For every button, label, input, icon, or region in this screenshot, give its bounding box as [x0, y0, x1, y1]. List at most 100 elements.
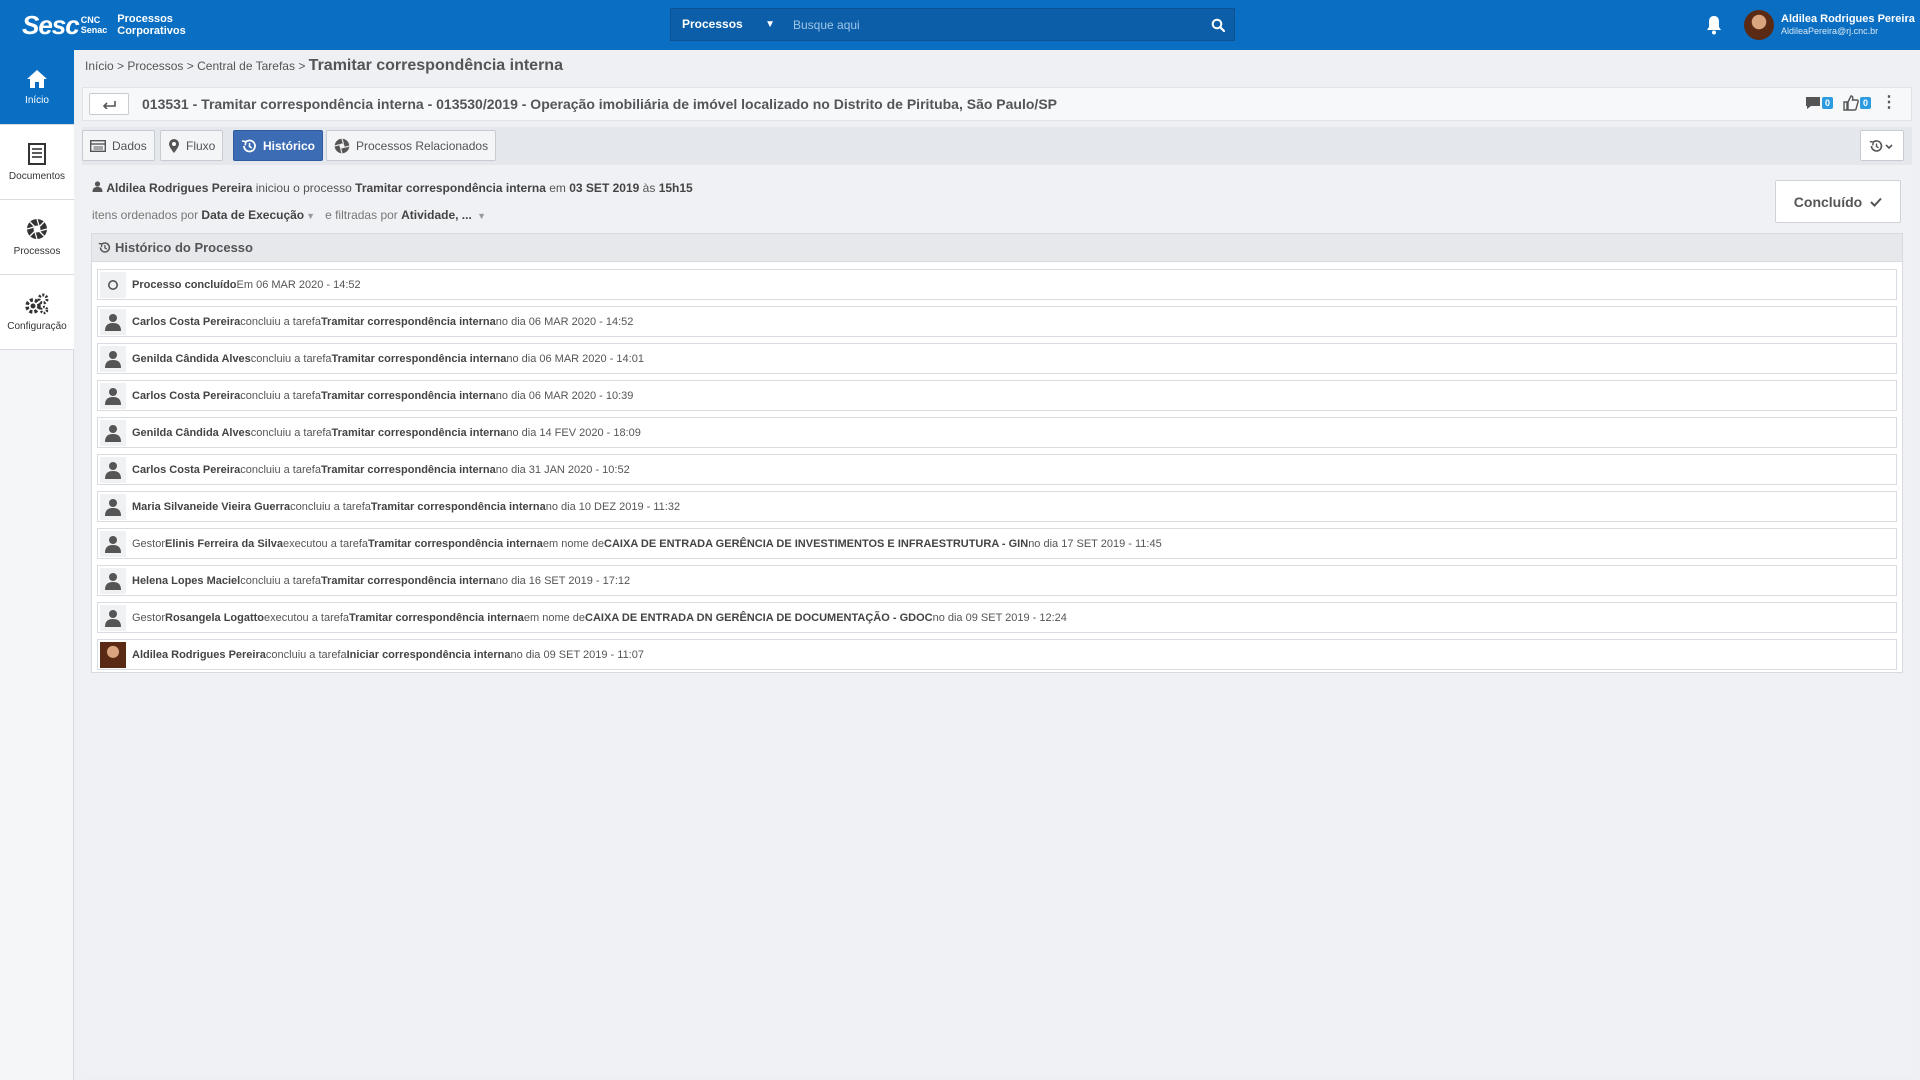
row-detail: no dia 06 MAR 2020 - 10:39: [495, 389, 634, 402]
sidebar-item-configuracao[interactable]: Configuração: [0, 275, 74, 350]
search-button[interactable]: [1202, 9, 1234, 40]
user-avatar[interactable]: [1744, 10, 1774, 40]
row-detail: no dia 09 SET 2019 - 11:07: [510, 648, 644, 661]
tab-dados[interactable]: Dados: [82, 130, 155, 161]
map-pin-icon: [169, 138, 179, 153]
sidebar-item-documentos[interactable]: Documentos: [0, 125, 74, 200]
search-scope-select[interactable]: Processos ▼: [671, 9, 785, 40]
app-name-line1: Processos: [117, 13, 173, 25]
status-concluido-button[interactable]: Concluído: [1775, 180, 1901, 223]
row-task: Tramitar correspondência interna: [320, 389, 496, 402]
tab-historico[interactable]: Histórico: [233, 130, 324, 161]
aperture-icon: [334, 138, 350, 153]
breadcrumb-separator: >: [117, 59, 125, 73]
row-action: Em 06 MAR 2020 - 14:52: [236, 278, 361, 291]
row-detail: no dia 16 SET 2019 - 17:12: [495, 574, 631, 587]
history-list: Processo concluído Em 06 MAR 2020 - 14:5…: [97, 269, 1897, 676]
row-date: no dia 17 SET 2019 - 11:45: [1028, 537, 1162, 550]
row-actor: Aldilea Rodrigues Pereira: [132, 648, 266, 661]
user-email: AldileaPereira@rj.cnc.br: [1781, 26, 1879, 36]
row-action: executou a tarefa: [264, 611, 350, 624]
history-row: Gestor Rosangela Logatto executou a tare…: [97, 602, 1897, 633]
gears-icon: [25, 293, 49, 314]
more-options-icon[interactable]: ⋮: [1881, 95, 1897, 111]
user-silhouette-icon: [105, 609, 121, 627]
starter-name: Aldilea Rodrigues Pereira: [106, 181, 253, 195]
search-icon: [1211, 18, 1225, 32]
user-photo: [100, 641, 126, 668]
row-date: no dia 09 SET 2019 - 12:24: [932, 611, 1067, 624]
row-task: Tramitar correspondência interna: [320, 574, 496, 587]
user-silhouette-icon: [105, 535, 121, 553]
user-name[interactable]: Aldilea Rodrigues Pereira: [1781, 13, 1915, 25]
row-action: concluiu a tarefa: [240, 315, 321, 328]
sidebar-item-label: Configuração: [7, 320, 67, 332]
breadcrumb-link-inicio[interactable]: Início: [85, 59, 114, 73]
row-detail: em nome de: [542, 537, 605, 550]
thumbs-up-icon: [1843, 95, 1859, 111]
user-silhouette-icon: [105, 424, 121, 442]
row-task: Tramitar correspondência interna: [368, 537, 543, 550]
history-icon: [241, 139, 256, 152]
caret-down-icon[interactable]: ▼: [306, 211, 315, 221]
on-text: em: [549, 181, 566, 195]
row-actor: Genilda Cândida Alves: [132, 352, 251, 365]
breadcrumb-link-central[interactable]: Central de Tarefas: [197, 59, 295, 73]
user-icon: [92, 181, 103, 192]
user-silhouette-icon: [105, 461, 121, 479]
sort-field-select[interactable]: Data de Execução: [201, 208, 304, 222]
bell-icon[interactable]: [1704, 14, 1724, 36]
page-title: Tramitar correspondência interna: [308, 57, 563, 74]
tab-processos-relacionados[interactable]: Processos Relacionados: [326, 130, 497, 161]
logo-senac-text: Senac: [80, 25, 108, 35]
row-task: Tramitar correspondência interna: [370, 500, 546, 513]
user-avatar-icon: [100, 567, 126, 594]
likes-counter[interactable]: 0: [1843, 95, 1871, 111]
sesc-senac-logo[interactable]: Sesc CNC Senac Processos Corporativos: [22, 10, 186, 40]
user-avatar-icon: [100, 382, 126, 409]
history-view-toggle[interactable]: [1860, 130, 1904, 161]
user-avatar-icon: [100, 419, 126, 446]
comment-icon: [1805, 97, 1820, 109]
row-action: concluiu a tarefa: [240, 574, 321, 587]
history-dropdown-icon: [1869, 139, 1893, 152]
row-task: Tramitar correspondência interna: [349, 611, 524, 624]
breadcrumb-link-processos[interactable]: Processos: [127, 59, 183, 73]
tab-label: Histórico: [263, 138, 316, 153]
row-task: Tramitar correspondência interna: [320, 315, 496, 328]
sorted-label: itens ordenados por: [92, 208, 199, 222]
history-row: Carlos Costa Pereira concluiu a tarefa T…: [97, 454, 1897, 485]
user-silhouette-icon: [105, 387, 121, 405]
row-detail: no dia 14 FEV 2020 - 18:09: [506, 426, 641, 439]
row-actor: Elinis Ferreira da Silva: [165, 537, 284, 550]
tab-fluxo[interactable]: Fluxo: [160, 130, 224, 161]
filter-field-select[interactable]: Atividade, ...: [401, 208, 472, 222]
search-input[interactable]: [785, 9, 1203, 40]
start-time: 15h15: [658, 181, 693, 195]
row-task: Tramitar correspondência interna: [331, 352, 507, 365]
back-button[interactable]: [89, 93, 129, 115]
row-actor: Carlos Costa Pereira: [132, 463, 241, 476]
sidebar-item-inicio[interactable]: Início: [0, 50, 74, 125]
user-avatar-icon: [100, 604, 126, 631]
sidebar-item-processos[interactable]: Processos: [0, 200, 74, 275]
row-prefix: Gestor: [132, 537, 166, 550]
user-silhouette-icon: [105, 498, 121, 516]
caret-down-icon[interactable]: ▼: [477, 211, 486, 221]
breadcrumb: Início > Processos > Central de Tarefas …: [85, 57, 563, 75]
logo-cnc-senac: CNC Senac: [81, 15, 108, 35]
row-task: Tramitar correspondência interna: [320, 463, 496, 476]
tab-label: Fluxo: [186, 138, 216, 153]
row-inbox: CAIXA DE ENTRADA GERÊNCIA DE INVESTIMENT…: [604, 537, 1029, 550]
row-detail: no dia 06 MAR 2020 - 14:01: [506, 352, 644, 365]
status-circle-icon: [108, 279, 118, 290]
history-row: Processo concluído Em 06 MAR 2020 - 14:5…: [97, 269, 1897, 300]
user-silhouette-icon: [105, 350, 121, 368]
top-bar: Sesc CNC Senac Processos Corporativos Pr…: [0, 0, 1920, 50]
comments-counter[interactable]: 0: [1805, 96, 1833, 110]
caret-down-icon: ▼: [765, 19, 775, 30]
row-action: concluiu a tarefa: [250, 426, 332, 439]
row-action: concluiu a tarefa: [265, 648, 347, 661]
user-silhouette-icon: [105, 572, 121, 590]
process-start-info: Aldilea Rodrigues Pereira iniciou o proc…: [92, 181, 693, 195]
